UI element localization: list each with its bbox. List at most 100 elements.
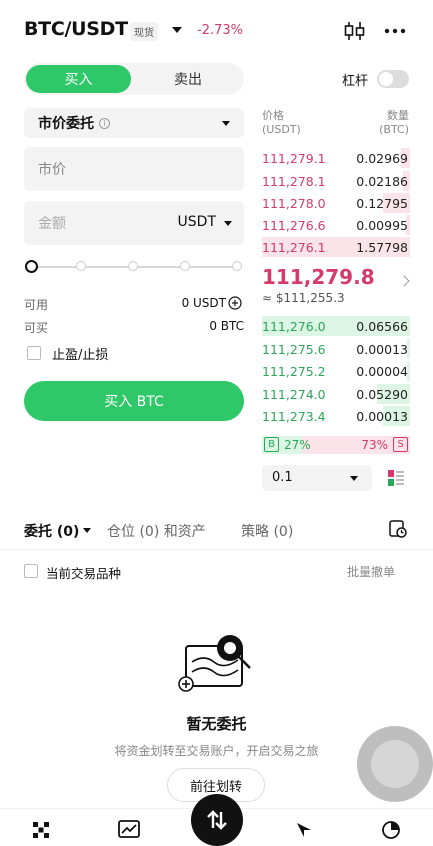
buy-sell-switch: 买入 卖出 [24,63,244,95]
ask-row[interactable]: 111,276.1 1.57798 [262,237,410,257]
batch-cancel-button[interactable]: 批量撤单 [347,563,395,580]
trade-page: BTC/USDT 现货 -2.73% 买入 卖出 杠杆 市价委托 i 市价 金额… [0,0,433,846]
orders-dropdown-icon[interactable] [83,528,91,533]
current-symbol-checkbox[interactable] [24,564,38,578]
bid-row[interactable]: 111,276.0 0.06566 [262,316,410,336]
tab-orders[interactable]: 委托 (0) [24,521,79,541]
amount-unit-select[interactable]: USDT [178,214,216,230]
last-price: 111,279.8 [262,265,375,289]
available-label: 可用 [24,298,49,312]
pair-title[interactable]: BTC/USDT [24,18,128,40]
amount-placeholder: 金额 [38,216,66,232]
ask-row[interactable]: 111,278.0 0.12795 [262,193,410,213]
floating-assistive-button[interactable] [357,726,433,802]
buyable-label: 可买 [24,321,49,335]
order-history-icon[interactable] [388,519,408,539]
qty-unit: (BTC) [379,123,409,136]
slider-step-100[interactable] [232,261,242,271]
amount-slider[interactable] [25,260,242,273]
assets-icon[interactable] [381,820,401,840]
ask-price: 111,278.1 [262,174,326,189]
amount-input[interactable]: 金额 USDT [24,201,244,245]
bid-qty: 0.00013 [356,409,408,424]
ask-qty: 0.00995 [356,218,408,233]
orderbook-layout-icon[interactable] [386,468,406,488]
bid-price: 111,274.0 [262,387,326,402]
dropdown-arrow-icon [222,121,230,126]
leverage-label: 杠杆 [342,74,369,89]
tpsl-checkbox[interactable] [27,346,41,360]
bid-price: 111,275.6 [262,342,326,357]
depth-step-select[interactable]: 0.1 [262,465,372,491]
buy-tab[interactable]: 买入 [26,65,131,93]
divider [0,549,433,550]
ask-row[interactable]: 111,276.6 0.00995 [262,215,410,235]
ask-price: 111,278.0 [262,196,326,211]
price-field-label: 市价 [38,162,66,178]
price-change: -2.73% [197,23,243,38]
discover-icon[interactable] [295,821,313,839]
bid-price: 111,275.2 [262,364,326,379]
ask-qty: 1.57798 [356,240,408,255]
bid-row[interactable]: 111,275.6 0.00013 [262,339,410,359]
chevron-down-icon[interactable] [172,27,182,33]
empty-orders-icon [178,635,251,692]
bid-row[interactable]: 111,274.0 0.05290 [262,384,410,404]
info-icon[interactable]: i [99,117,110,129]
tab-positions[interactable]: 仓位 (0) 和资产 [107,521,206,541]
buyable-value: 0 BTC [209,319,244,333]
bid-qty: 0.05290 [356,387,408,402]
order-type-label: 市价委托 [38,116,94,132]
ask-price: 111,276.1 [262,240,326,255]
home-icon[interactable] [32,821,50,839]
price-header: 价格 [262,109,284,122]
depth-dropdown-icon [350,476,358,481]
order-type-select[interactable]: 市价委托 i [24,108,244,138]
add-funds-icon[interactable] [228,296,242,310]
bid-price: 111,273.4 [262,409,326,424]
market-tag: 现货 [130,22,158,41]
sell-tab[interactable]: 卖出 [134,65,242,93]
ask-qty: 0.12795 [356,196,408,211]
depth-step-value: 0.1 [272,470,293,485]
tpsl-label: 止盈/止损 [52,348,109,363]
sell-badge: S [393,437,408,452]
ask-qty: 0.02969 [356,151,408,166]
last-price-fiat: ≈ $111,255.3 [262,291,345,305]
leverage-toggle[interactable] [377,70,409,88]
ask-qty: 0.02186 [356,174,408,189]
ask-price: 111,276.6 [262,218,326,233]
current-symbol-label: 当前交易品种 [46,566,122,581]
unit-dropdown-icon [224,221,232,226]
qty-header: 数量 [387,109,409,122]
bid-row[interactable]: 111,273.4 0.00013 [262,406,410,426]
price-field[interactable]: 市价 [24,147,244,191]
available-value: 0 USDT [181,296,226,310]
buy-percent: 27% [284,438,311,452]
price-unit: (USDT) [262,123,301,136]
empty-state-title: 暂无委托 [186,715,247,733]
ask-price: 111,279.1 [262,151,326,166]
bid-qty: 0.00004 [356,364,408,379]
slider-step-50[interactable] [128,261,138,271]
bid-qty: 0.06566 [356,319,408,334]
ask-row[interactable]: 111,279.1 0.02969 [262,148,410,168]
buy-btc-button[interactable]: 买入 BTC [24,381,244,421]
markets-icon[interactable] [118,820,140,838]
ask-row[interactable]: 111,278.1 0.02186 [262,171,410,191]
chevron-right-icon[interactable] [398,275,410,287]
trade-fab-button[interactable] [191,794,243,846]
buy-sell-ratio: B 27% 73% S [262,436,410,454]
bid-row[interactable]: 111,275.2 0.00004 [262,361,410,381]
tab-strategy[interactable]: 策略 (0) [241,521,293,541]
buy-badge: B [264,437,279,452]
bid-price: 111,276.0 [262,319,326,334]
swap-arrows-icon [207,810,227,830]
slider-step-25[interactable] [76,261,86,271]
slider-handle[interactable] [25,260,38,273]
slider-step-75[interactable] [180,261,190,271]
more-icon[interactable] [384,27,406,35]
bid-qty: 0.00013 [356,342,408,357]
candlestick-icon[interactable] [343,20,367,42]
sell-percent: 73% [361,438,388,452]
